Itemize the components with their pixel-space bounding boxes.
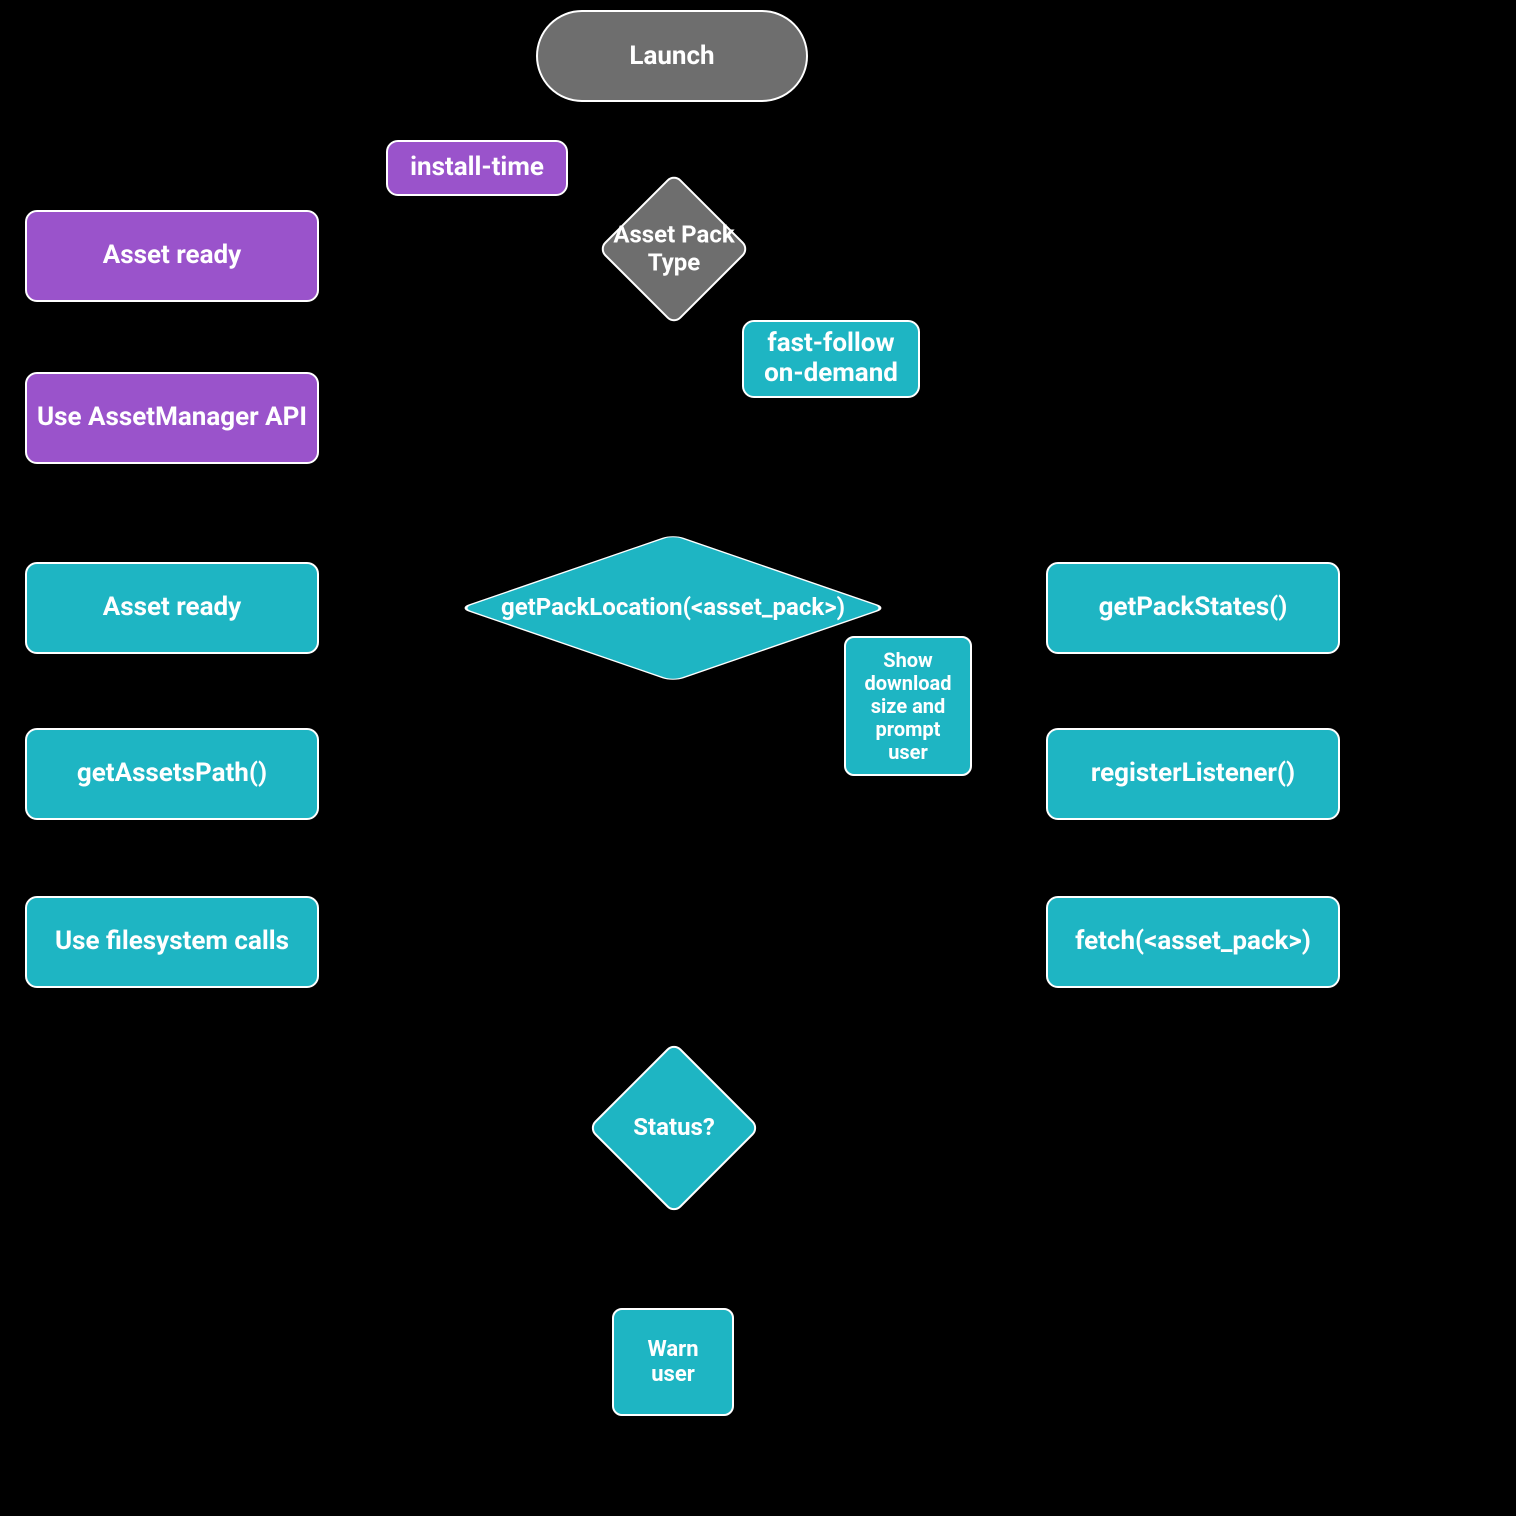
- use-filesystem-box: Use filesystem calls: [25, 896, 319, 988]
- install-time-label: install-time: [410, 153, 544, 183]
- install-time-label-box: install-time: [386, 140, 568, 196]
- get-pack-location-label: getPackLocation(<asset_pack>): [463, 594, 883, 622]
- use-filesystem-label: Use filesystem calls: [55, 927, 289, 957]
- fast-follow-label: fast-follow on-demand: [754, 329, 908, 389]
- fast-follow-label-box: fast-follow on-demand: [742, 320, 920, 398]
- fetch-pack-label: fetch(<asset_pack>): [1075, 927, 1311, 957]
- register-listener-box: registerListener(): [1046, 728, 1340, 820]
- asset-ready-teal-box: Asset ready: [25, 562, 319, 654]
- warn-user-box: Warn user: [612, 1308, 734, 1416]
- register-listener-label: registerListener(): [1091, 759, 1295, 789]
- asset-pack-type-decision: Asset Pack Type: [598, 173, 750, 325]
- launch-label: Launch: [629, 41, 714, 71]
- use-assetmanager-box: Use AssetManager API: [25, 372, 319, 464]
- get-assets-path-box: getAssetsPath(): [25, 728, 319, 820]
- get-pack-states-label: getPackStates(): [1099, 593, 1288, 623]
- show-download-label: Show download size and prompt user: [856, 649, 960, 764]
- status-decision: Status?: [588, 1042, 760, 1214]
- asset-ready-teal-label: Asset ready: [103, 593, 241, 623]
- use-assetmanager-label: Use AssetManager API: [37, 403, 307, 433]
- fetch-pack-box: fetch(<asset_pack>): [1046, 896, 1340, 988]
- get-assets-path-label: getAssetsPath(): [77, 759, 267, 789]
- get-pack-location-decision: getPackLocation(<asset_pack>): [460, 532, 886, 684]
- status-label: Status?: [588, 1114, 760, 1142]
- asset-ready-purple-label: Asset ready: [103, 241, 241, 271]
- asset-pack-type-label: Asset Pack Type: [598, 221, 750, 276]
- launch-terminator: Launch: [536, 10, 808, 102]
- get-pack-states-box: getPackStates(): [1046, 562, 1340, 654]
- show-download-box: Show download size and prompt user: [844, 636, 972, 776]
- asset-ready-purple-box: Asset ready: [25, 210, 319, 302]
- warn-user-label: Warn user: [624, 1337, 722, 1388]
